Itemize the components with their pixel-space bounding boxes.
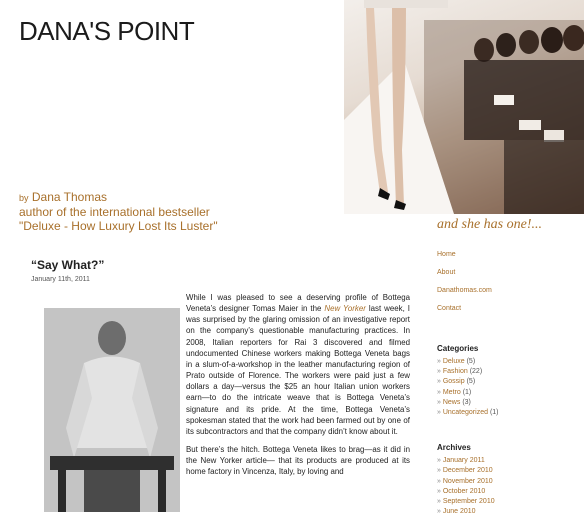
archive-link[interactable]: December 2010 (443, 467, 493, 474)
byline-prefix: by (19, 193, 29, 203)
category-link[interactable]: Uncategorized (443, 409, 488, 416)
category-item: » Metro (1) (437, 388, 472, 396)
nav-link-home[interactable]: Home (437, 250, 584, 268)
post-body: While I was pleased to see a deserving p… (186, 292, 410, 485)
archives-list: » January 2011 » December 2010 » Novembe… (437, 456, 584, 517)
byline-book-title: "Deluxe - How Luxury Lost Its Luster" (19, 219, 218, 233)
post-text: last week, I was surprised by the glarin… (186, 304, 410, 436)
category-item: » News (3) (437, 398, 471, 406)
category-count: (3) (462, 398, 471, 406)
sidebar: Home About Danathomas.com Contact Catego… (437, 250, 584, 517)
category-link[interactable]: Metro (443, 389, 461, 396)
category-link[interactable]: Fashion (443, 368, 468, 375)
tagline: and she has one!... (437, 217, 542, 232)
archive-item: » September 2010 (437, 498, 495, 506)
byline-name: Dana Thomas (31, 190, 108, 204)
post-paragraph: While I was pleased to see a deserving p… (186, 292, 410, 437)
post-paragraph: But there’s the hitch. Bottega Veneta li… (186, 445, 410, 477)
byline-description: author of the international bestseller (19, 205, 210, 219)
category-count: (22) (469, 368, 483, 376)
archive-item: » October 2010 (437, 487, 486, 495)
post-date: January 11th, 2011 (31, 276, 90, 283)
category-item: » Fashion (22) (437, 368, 483, 376)
nav-link-about[interactable]: About (437, 268, 584, 286)
archive-link[interactable]: September 2010 (443, 498, 495, 505)
category-count: (1) (489, 409, 499, 417)
category-link[interactable]: Deluxe (443, 358, 465, 365)
archive-item: » June 2010 (437, 508, 476, 516)
archive-item: » December 2010 (437, 467, 493, 475)
category-count: (1) (462, 388, 472, 396)
new-yorker-link[interactable]: New Yorker (324, 304, 365, 313)
nav-link-contact[interactable]: Contact (437, 304, 584, 322)
category-item: » Gossip (5) (437, 378, 476, 386)
designer-photo (44, 308, 180, 512)
post-title[interactable]: “Say What?” (31, 258, 104, 272)
header-runway-photo (344, 0, 584, 214)
category-count: (5) (466, 378, 476, 386)
archives-heading: Archives (437, 443, 471, 453)
author-byline: by Dana Thomas author of the internation… (19, 190, 218, 233)
archive-link[interactable]: October 2010 (443, 488, 485, 495)
sidebar-nav: Home About Danathomas.com Contact (437, 250, 584, 322)
category-link[interactable]: Gossip (443, 378, 465, 385)
category-item: » Deluxe (5) (437, 358, 476, 365)
site-header: DANA'S POINT by Dana Thomas author of th… (0, 0, 584, 238)
nav-link-danathomas[interactable]: Danathomas.com (437, 286, 584, 304)
categories-heading: Categories (437, 344, 479, 353)
site-title[interactable]: DANA'S POINT (19, 16, 195, 47)
archive-item: » November 2010 (437, 477, 493, 485)
category-link[interactable]: News (443, 399, 461, 406)
category-count: (5) (466, 358, 476, 365)
archive-link[interactable]: January 2011 (443, 457, 485, 464)
category-item: » Uncategorized (1) (437, 409, 499, 417)
categories-list: » Deluxe (5) » Fashion (22) » Gossip (5)… (437, 357, 584, 418)
archive-item: » January 2011 (437, 457, 485, 465)
archive-link[interactable]: November 2010 (443, 478, 493, 485)
